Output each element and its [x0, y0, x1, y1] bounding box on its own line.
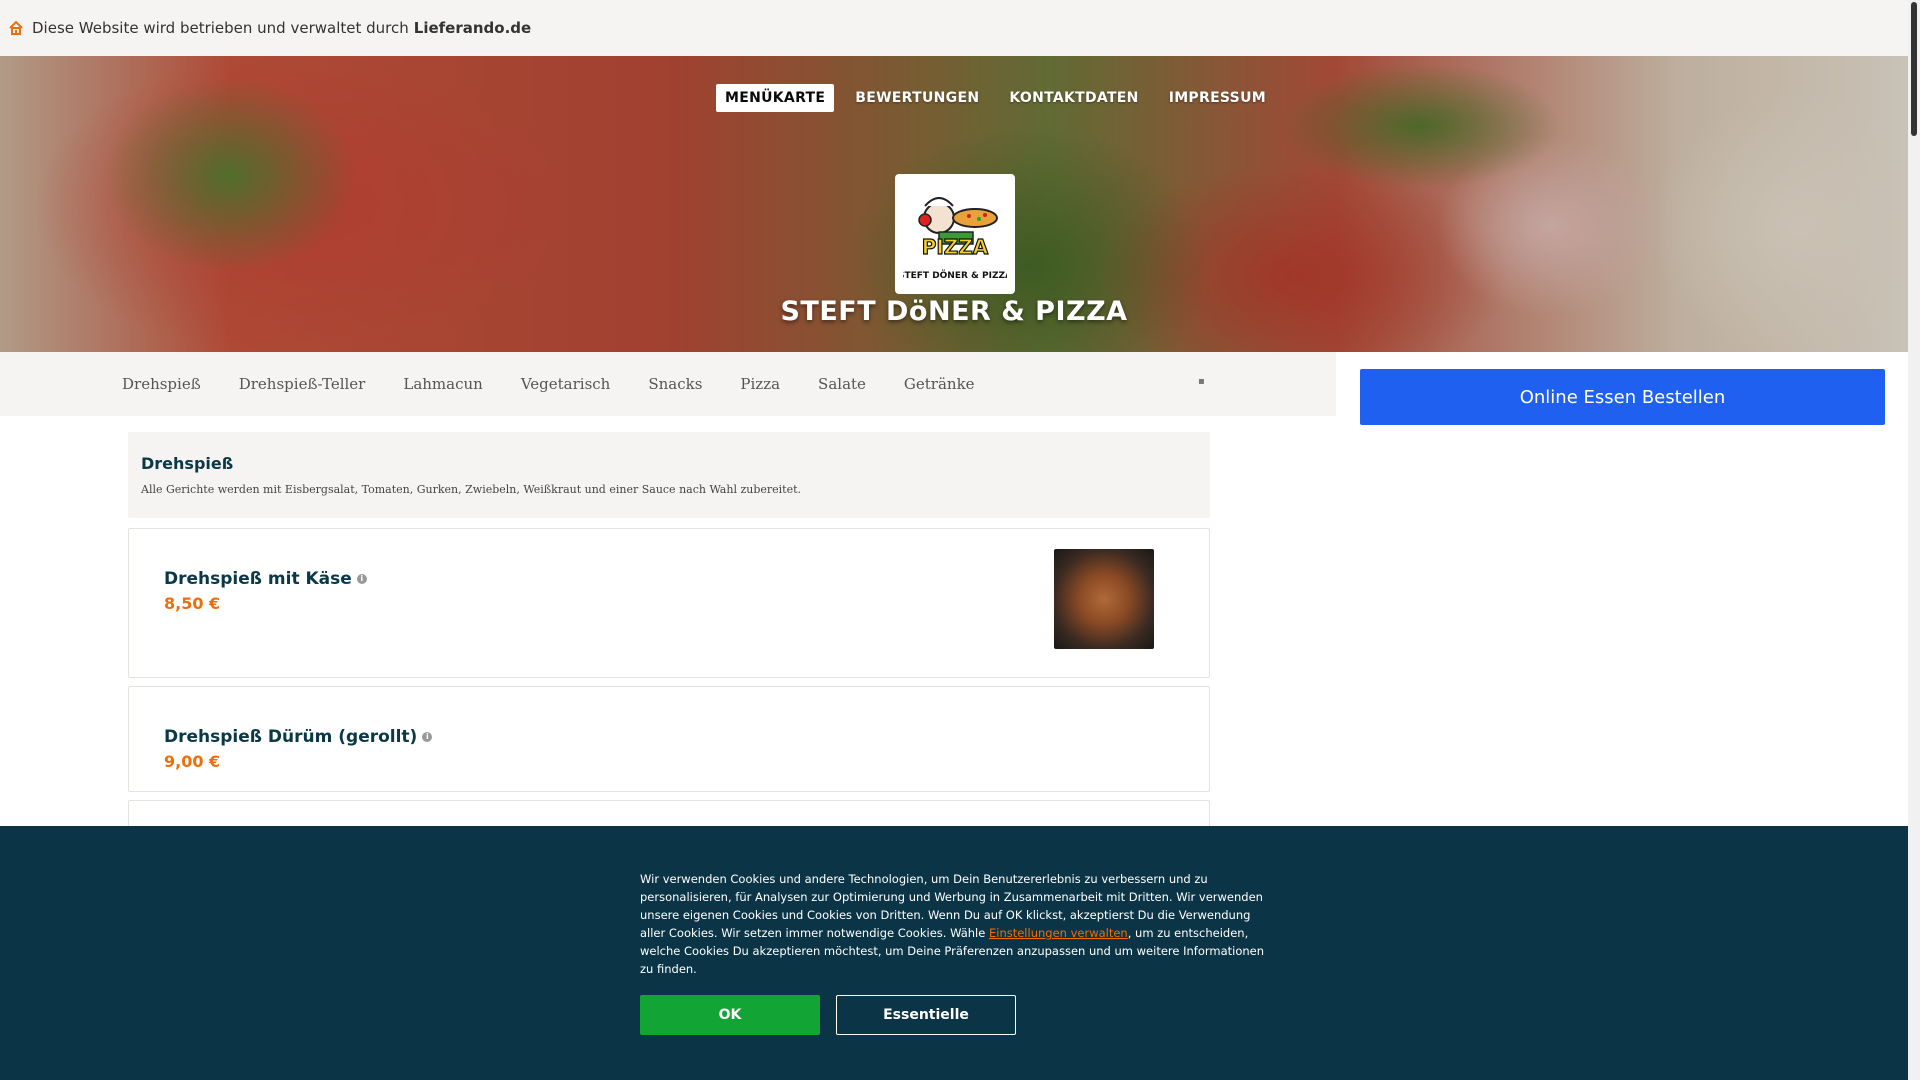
category-snacks[interactable]: Snacks: [648, 375, 702, 393]
category-pizza[interactable]: Pizza: [740, 375, 780, 393]
hero-banner: MENÜKARTE BEWERTUNGEN KONTAKTDATEN IMPRE…: [0, 56, 1908, 352]
restaurant-logo: PIZZA STEFT DÖNER & PIZZA: [895, 174, 1015, 294]
menu-item[interactable]: Drehspieß mit Käse i 8,50 €: [128, 528, 1210, 678]
manage-settings-link[interactable]: Einstellungen verwalten: [989, 926, 1128, 940]
nav-contact[interactable]: KONTAKTDATEN: [1000, 84, 1147, 112]
restaurant-name: STEFT DöNER & PIZZA: [780, 296, 1128, 327]
logo-subtitle: STEFT DÖNER & PIZZA: [903, 270, 1007, 281]
section-header: Drehspieß Alle Gerichte werden mit Eisbe…: [128, 432, 1210, 518]
category-drehspiess[interactable]: Drehspieß: [122, 375, 201, 393]
main-nav: MENÜKARTE BEWERTUNGEN KONTAKTDATEN IMPRE…: [716, 84, 1275, 112]
category-drehspiess-teller[interactable]: Drehspieß-Teller: [239, 375, 366, 393]
cookie-ok-button[interactable]: OK: [640, 995, 820, 1035]
category-bar: Drehspieß Drehspieß-Teller Lahmacun Vege…: [0, 352, 1336, 416]
section-description: Alle Gerichte werden mit Eisbergsalat, T…: [141, 483, 802, 496]
more-categories-icon[interactable]: ▪: [1198, 376, 1205, 387]
nav-menu[interactable]: MENÜKARTE: [716, 84, 835, 112]
cookie-text: Wir verwenden Cookies und andere Technol…: [640, 872, 1265, 976]
home-icon: [9, 20, 23, 35]
logo-word: PIZZA: [922, 235, 989, 259]
nav-reviews[interactable]: BEWERTUNGEN: [846, 84, 988, 112]
menu-item-price: 8,50 €: [164, 594, 221, 613]
cookie-banner: Wir verwenden Cookies und andere Technol…: [0, 826, 1908, 1080]
nav-imprint[interactable]: IMPRESSUM: [1160, 84, 1275, 112]
cookie-essential-button[interactable]: Essentielle: [836, 995, 1016, 1035]
category-getraenke[interactable]: Getränke: [904, 375, 975, 393]
category-vegetarisch[interactable]: Vegetarisch: [521, 375, 611, 393]
category-lahmacun[interactable]: Lahmacun: [403, 375, 482, 393]
menu-item-price: 9,00 €: [164, 752, 221, 771]
info-icon[interactable]: i: [356, 574, 367, 584]
order-online-button[interactable]: Online Essen Bestellen: [1360, 369, 1885, 425]
menu-item-image: [1054, 549, 1154, 649]
section-title: Drehspieß: [141, 454, 234, 473]
menu-item[interactable]: Drehspieß Dürüm (gerollt) i 9,00 €: [128, 686, 1210, 792]
page-scrollbar[interactable]: [1908, 0, 1920, 1080]
menu-item-name: Drehspieß mit Käse: [164, 569, 352, 589]
category-salate[interactable]: Salate: [818, 375, 866, 393]
platform-info-bar: Diese Website wird betrieben und verwalt…: [0, 0, 1908, 56]
menu-item-name: Drehspieß Dürüm (gerollt): [164, 727, 418, 747]
scrollbar-thumb[interactable]: [1911, 2, 1917, 136]
info-icon[interactable]: i: [422, 732, 433, 742]
platform-link[interactable]: Lieferando.de: [414, 19, 531, 37]
platform-info-text: Diese Website wird betrieben und verwalt…: [32, 19, 409, 37]
